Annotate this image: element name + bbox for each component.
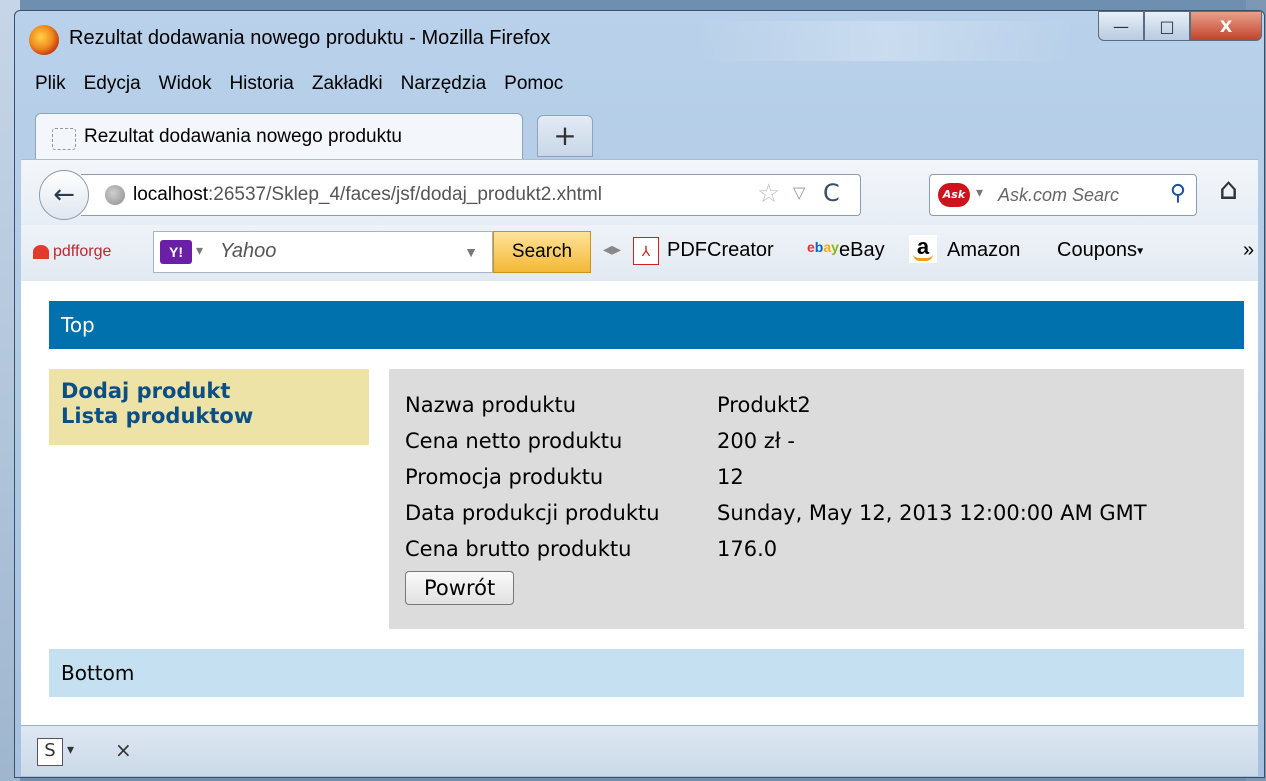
detail-row: Cena netto produktu 200 zł - (405, 423, 1228, 459)
url-text[interactable]: localhost:26537/Sklep_4/faces/jsf/dodaj_… (133, 184, 602, 206)
detail-value: 12 (717, 465, 744, 489)
ask-logo-icon[interactable]: Ask (938, 183, 970, 207)
bookmarks-toolbar: pdfforge Y! ▾ Yahoo ▼ Search ◂▸ ⅄ PDFCre… (21, 225, 1258, 281)
menu-pomoc[interactable]: Pomoc (504, 73, 563, 101)
bookmark-pdfcreator[interactable]: PDFCreator (667, 239, 774, 262)
menu-bar: Plik Edycja Widok Historia Zakładki Narz… (35, 73, 581, 101)
detail-label: Cena netto produktu (405, 429, 623, 453)
search-icon[interactable]: ⚲ (1170, 181, 1186, 206)
detail-row: Cena brutto produktu 176.0 (405, 531, 1228, 567)
bookmark-amazon[interactable]: Amazon (947, 239, 1020, 262)
page-content: Top Dodaj produkt Lista produktow Nazwa … (21, 281, 1258, 725)
menu-edycja[interactable]: Edycja (84, 73, 141, 101)
yahoo-logo-icon[interactable]: Y! (160, 240, 192, 264)
detail-row: Data produkcji produktu Sunday, May 12, … (405, 495, 1228, 531)
url-host: localhost (133, 184, 208, 205)
tab-active[interactable]: Rezultat dodawania nowego produktu (35, 113, 523, 159)
pdfforge-label: pdfforge (53, 243, 112, 260)
reload-icon[interactable]: C (823, 179, 840, 207)
top-banner: Top (49, 301, 1244, 349)
detail-value: 200 zł - (717, 429, 796, 453)
menu-zakladki[interactable]: Zakładki (312, 73, 383, 101)
left-navigation: Dodaj produkt Lista produktow (49, 369, 369, 445)
url-path: :26537/Sklep_4/faces/jsf/dodaj_produkt2.… (208, 184, 602, 205)
bookmark-star-icon[interactable]: ☆ (757, 179, 780, 209)
yahoo-search-button[interactable]: Search (493, 231, 591, 273)
pdfforge-logo[interactable]: pdfforge (33, 243, 111, 261)
yahoo-search-input[interactable]: Yahoo (220, 240, 276, 263)
detail-row: Nazwa produktu Produkt2 (405, 387, 1228, 423)
close-statusbar-icon[interactable]: × (115, 738, 132, 762)
ebay-icon[interactable]: ebay (807, 239, 839, 255)
product-details-panel: Nazwa produktu Produkt2 Cena netto produ… (389, 369, 1244, 629)
nav-link-lista-produktow[interactable]: Lista produktow (61, 404, 357, 429)
pdfcreator-icon[interactable]: ⅄ (633, 237, 659, 265)
addon-dropdown-icon[interactable]: ▾ (67, 742, 74, 758)
ask-search-box[interactable]: Ask ▾ Ask.com Searc ⚲ (929, 174, 1197, 216)
browser-window: Rezultat dodawania nowego produktu - Moz… (14, 10, 1265, 778)
close-button[interactable]: X (1190, 11, 1262, 41)
minimize-button[interactable]: — (1098, 11, 1144, 41)
detail-value: 176.0 (717, 537, 778, 561)
menu-narzedzia[interactable]: Narzędzia (401, 73, 487, 101)
ask-search-placeholder[interactable]: Ask.com Searc (998, 185, 1119, 206)
new-tab-button[interactable]: + (537, 115, 593, 157)
status-bar: S ▾ × (21, 725, 1258, 776)
bookmark-coupons-label: Coupons (1057, 239, 1138, 261)
bottom-banner: Bottom (49, 649, 1244, 697)
bookmark-ebay[interactable]: eBay (839, 239, 885, 262)
addon-s-icon[interactable]: S (37, 738, 63, 766)
home-icon[interactable]: ⌂ (1219, 172, 1238, 207)
firefox-logo-icon (29, 25, 59, 55)
chevron-down-icon: ▾ (1137, 243, 1144, 258)
maximize-button[interactable]: □ (1144, 11, 1190, 41)
toolbar-grip-icon[interactable]: ◂▸ (603, 239, 621, 260)
nav-link-dodaj-produkt[interactable]: Dodaj produkt (61, 379, 357, 404)
site-identity-globe-icon[interactable] (105, 185, 125, 205)
detail-value: Produkt2 (717, 393, 811, 417)
yahoo-search-box[interactable]: Y! ▾ Yahoo ▼ (153, 231, 493, 273)
detail-row: Promocja produktu 12 (405, 459, 1228, 495)
back-to-form-button[interactable]: Powrót (405, 571, 515, 605)
detail-label: Promocja produktu (405, 465, 604, 489)
navigation-bar: localhost:26537/Sklep_4/faces/jsf/dodaj_… (21, 159, 1258, 226)
page-favicon-icon (52, 128, 76, 150)
detail-label: Cena brutto produktu (405, 537, 632, 561)
back-button[interactable]: ← (39, 170, 89, 220)
url-history-dropdown-icon[interactable]: ▽ (793, 183, 805, 202)
tab-title: Rezultat dodawania nowego produktu (84, 126, 402, 147)
detail-label: Nazwa produktu (405, 393, 577, 417)
pdfforge-icon (33, 244, 49, 259)
bookmark-coupons[interactable]: Coupons▾ (1057, 239, 1143, 262)
window-controls: — □ X (1098, 11, 1262, 41)
menu-historia[interactable]: Historia (229, 73, 293, 101)
ask-dropdown-icon[interactable]: ▾ (976, 185, 983, 201)
menu-plik[interactable]: Plik (35, 73, 66, 101)
window-title: Rezultat dodawania nowego produktu - Moz… (69, 27, 551, 49)
more-bookmarks-chevron-icon[interactable]: » (1243, 239, 1254, 262)
menu-widok[interactable]: Widok (159, 73, 212, 101)
url-bar[interactable]: localhost:26537/Sklep_4/faces/jsf/dodaj_… (81, 174, 861, 216)
title-bar[interactable]: Rezultat dodawania nowego produktu - Moz… (15, 11, 1264, 67)
title-bar-glass (695, 21, 1075, 61)
detail-label: Data produkcji produktu (405, 501, 660, 525)
yahoo-history-arrow-icon[interactable]: ▼ (464, 244, 478, 260)
yahoo-dropdown-icon[interactable]: ▾ (196, 242, 203, 259)
amazon-icon[interactable]: a (909, 235, 937, 263)
detail-value: Sunday, May 12, 2013 12:00:00 AM GMT (717, 501, 1147, 525)
